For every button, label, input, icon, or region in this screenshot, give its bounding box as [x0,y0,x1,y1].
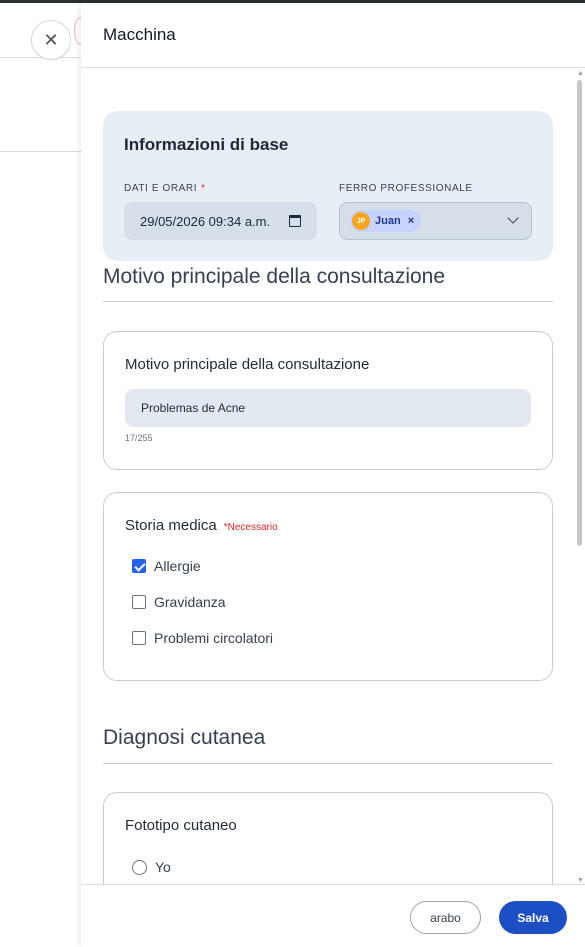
avatar: JP [352,212,370,230]
secondary-button[interactable]: arabo [410,901,481,934]
professional-select[interactable]: JP Juan × [339,202,532,240]
basic-info-card: Informazioni di base DATI E ORARI * 29/05… [103,111,553,261]
chevron-down-icon[interactable] [507,212,519,224]
chip-label: Juan [375,215,401,227]
drawer-header: Macchina [81,3,585,68]
professional-chip: JP Juan × [350,210,422,232]
save-button[interactable]: Salva [499,901,567,934]
drawer-scroll-area[interactable]: Informazioni di base DATI E ORARI * 29/05… [81,68,585,884]
phototype-title: Fototipo cutaneo [125,817,237,834]
skin-section-heading: Diagnosi cutanea [103,726,266,749]
checkbox-allergie[interactable]: Allergie [132,558,201,574]
drawer-panel: Macchina Informazioni di base DATI E ORA… [81,3,585,947]
date-field-label: DATI E ORARI * [124,183,206,194]
drawer-title: Macchina [103,25,176,44]
required-mark: * [201,183,206,194]
checkbox-icon[interactable] [132,631,146,645]
medical-history-card: Storia medica *Necessario Allergie Gravid… [103,492,553,681]
phototype-card: Fototipo cutaneo Yo [103,792,553,884]
radio-yo[interactable]: Yo [132,859,171,875]
professional-field-label: FERRO PROFESSIONALE [339,183,473,194]
reason-card-title: Motivo principale della consultazione [125,356,370,373]
radio-icon[interactable] [132,859,147,875]
reason-input-value: Problemas de Acne [141,401,246,415]
close-drawer-button[interactable]: ✕ [31,20,71,60]
drawer-footer: arabo Salva [81,884,585,947]
checkbox-icon[interactable] [132,595,146,609]
reason-input[interactable]: Problemas de Acne [125,389,531,427]
backdrop-page [0,3,88,947]
checkbox-gravidanza[interactable]: Gravidanza [132,594,226,610]
close-icon: ✕ [43,29,59,50]
calendar-icon[interactable] [289,215,301,227]
backdrop-divider [0,151,81,152]
checkbox-problemi-circolatori[interactable]: Problemi circolatori [132,630,273,646]
scrollbar-thumb[interactable] [577,80,582,546]
medical-history-title: Storia medica *Necessario [125,517,278,534]
scroll-down-icon[interactable]: ▼ [577,877,584,884]
section-divider [103,763,553,764]
checkbox-checked-icon[interactable] [132,559,146,573]
reason-card: Motivo principale della consultazione Pr… [103,331,553,470]
scrollbar[interactable]: ▲ ▼ [575,68,585,884]
datetime-input[interactable]: 29/05/2026 09:34 a.m. [124,202,317,240]
datetime-value: 29/05/2026 09:34 a.m. [140,213,271,229]
character-counter: 17/255 [125,433,153,443]
scroll-up-icon[interactable]: ▲ [577,70,584,77]
section-divider [103,301,553,302]
chip-remove-icon[interactable]: × [408,215,414,227]
basic-info-title: Informazioni di base [124,135,289,154]
required-tag: *Necessario [223,522,278,533]
reason-section-heading: Motivo principale della consultazione [103,265,446,288]
